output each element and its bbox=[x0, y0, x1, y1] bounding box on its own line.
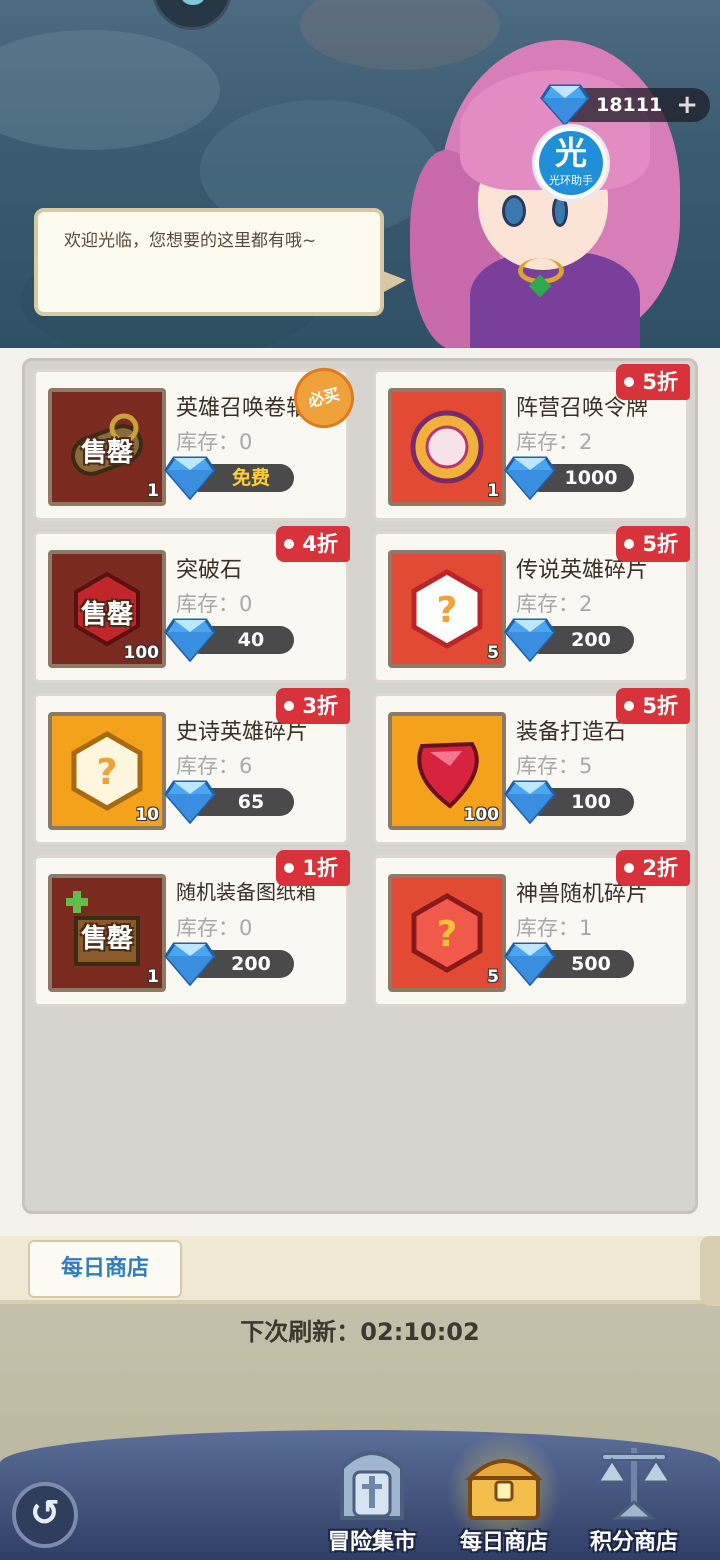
shop-item-card[interactable]: 售罄 1 英雄召唤卷轴 库存：0 免费 必买 bbox=[33, 361, 361, 521]
greeting-text: 欢迎光临，您想要的这里都有哦~ bbox=[64, 231, 317, 251]
item-frame: ? 10 bbox=[48, 712, 166, 830]
eye bbox=[502, 195, 526, 227]
item-quantity: 5 bbox=[487, 967, 499, 987]
diamond-icon bbox=[504, 454, 556, 501]
discount-tag: 3折 bbox=[276, 688, 350, 724]
discount-tag: 5折 bbox=[616, 688, 690, 724]
item-frame: 售罄 1 bbox=[48, 874, 166, 992]
scales-icon bbox=[595, 1448, 673, 1520]
discount-tag: 4折 bbox=[276, 526, 350, 562]
item-stock: 库存：5 bbox=[516, 754, 593, 778]
nav-daily-shop[interactable]: 每日商店 bbox=[442, 1432, 566, 1558]
sold-out-label: 售罄 bbox=[80, 924, 133, 954]
shop-tab-band: 每日商店 bbox=[0, 1236, 720, 1306]
assistant-char: 光 bbox=[554, 134, 587, 172]
svg-text:?: ? bbox=[97, 752, 118, 793]
shop-item-card[interactable]: 售罄 100 突破石 库存：0 40 4折 bbox=[33, 526, 350, 683]
add-diamond-button[interactable]: + bbox=[676, 92, 698, 118]
beast-shard-icon: ? bbox=[392, 878, 502, 988]
refresh-timer: 下次刷新：02:10:02 bbox=[240, 1318, 480, 1346]
diamond-icon bbox=[504, 778, 556, 825]
item-stock: 库存：0 bbox=[176, 916, 253, 940]
item-stock: 库存：6 bbox=[176, 754, 253, 778]
svg-text:?: ? bbox=[437, 914, 458, 955]
background-blur bbox=[0, 30, 220, 150]
item-quantity: 100 bbox=[123, 643, 160, 663]
shop-item-card[interactable]: 1 阵营召唤令牌 库存：2 1000 5折 bbox=[373, 364, 690, 521]
shop-item-card[interactable]: ? 5 传说英雄碎片 库存：2 200 5折 bbox=[373, 526, 690, 683]
svg-text:?: ? bbox=[437, 590, 458, 631]
assistant-logo: 光 光环助手 bbox=[539, 131, 603, 195]
item-frame: ? 5 bbox=[388, 874, 506, 992]
speech-bubble: 欢迎光临，您想要的这里都有哦~ bbox=[34, 208, 406, 316]
item-stock: 库存：2 bbox=[516, 592, 593, 616]
diamond-icon bbox=[540, 84, 590, 126]
back-button[interactable]: ↺ bbox=[12, 1482, 78, 1548]
diamond-icon bbox=[164, 778, 216, 825]
diamond-icon bbox=[164, 454, 216, 501]
treasure-chest-icon bbox=[465, 1459, 543, 1520]
diamond-icon bbox=[164, 616, 216, 663]
item-frame: ? 5 bbox=[388, 550, 506, 668]
item-frame: 售罄 100 bbox=[48, 550, 166, 668]
nav-points-shop[interactable]: 积分商店 bbox=[572, 1438, 696, 1558]
nav-adventure-market[interactable]: 冒险集市 bbox=[310, 1438, 434, 1558]
assistant-badge[interactable]: 光 光环助手 bbox=[532, 124, 610, 202]
shop-item-card[interactable]: 100 装备打造石 库存：5 100 5折 bbox=[373, 688, 690, 845]
item-stock: 库存：2 bbox=[516, 430, 593, 454]
discount-tag: 5折 bbox=[616, 364, 690, 400]
nav-label: 积分商店 bbox=[589, 1530, 678, 1555]
shop-panel: 售罄 1 英雄召唤卷轴 库存：0 免费 必买 1 阵营召唤令牌 库存：2 1000 5折 售罄 100 突… bbox=[22, 358, 698, 1214]
pet-icon[interactable] bbox=[152, 0, 232, 30]
assistant-label: 光环助手 bbox=[549, 174, 593, 187]
item-quantity: 1 bbox=[147, 481, 159, 501]
item-frame: 100 bbox=[388, 712, 506, 830]
item-quantity: 1 bbox=[147, 967, 159, 987]
diamond-amount: 18111 bbox=[596, 94, 663, 116]
item-frame: 售罄 1 bbox=[48, 388, 166, 506]
sold-out-label: 售罄 bbox=[80, 600, 133, 630]
faction-token-icon bbox=[392, 392, 502, 502]
tab-daily-shop[interactable]: 每日商店 bbox=[28, 1240, 182, 1298]
item-quantity: 100 bbox=[463, 805, 500, 825]
item-stock: 库存：0 bbox=[176, 430, 253, 454]
item-quantity: 1 bbox=[487, 481, 499, 501]
discount-tag: 1折 bbox=[276, 850, 350, 886]
nav-label: 冒险集市 bbox=[327, 1530, 416, 1555]
diamond-icon bbox=[504, 616, 556, 663]
shop-item-card[interactable]: ? 10 史诗英雄碎片 库存：6 65 3折 bbox=[33, 688, 350, 845]
sword-shrine-icon bbox=[340, 1451, 404, 1520]
sold-out-label: 售罄 bbox=[80, 438, 133, 468]
must-buy-badge: 必买 bbox=[287, 361, 361, 435]
item-stock: 库存：0 bbox=[176, 592, 253, 616]
item-frame: 1 bbox=[388, 388, 506, 506]
shop-item-card[interactable]: ? 5 神兽随机碎片 库存：1 500 2折 bbox=[373, 850, 690, 1007]
item-name: 英雄召唤卷轴 bbox=[176, 396, 309, 421]
item-stock: 库存：1 bbox=[516, 916, 593, 940]
discount-tag: 5折 bbox=[616, 526, 690, 562]
nav-label: 每日商店 bbox=[459, 1530, 548, 1555]
diamond-icon bbox=[504, 940, 556, 987]
item-name: 装备打造石 bbox=[516, 720, 627, 745]
diamond-icon bbox=[164, 940, 216, 987]
item-name: 突破石 bbox=[176, 558, 243, 583]
legend-shard-icon: ? bbox=[392, 554, 502, 664]
shop-item-card[interactable]: 售罄 1 随机装备图纸箱 库存：0 200 1折 bbox=[33, 850, 350, 1007]
discount-tag: 2折 bbox=[616, 850, 690, 886]
item-quantity: 10 bbox=[135, 805, 159, 825]
item-quantity: 5 bbox=[487, 643, 499, 663]
